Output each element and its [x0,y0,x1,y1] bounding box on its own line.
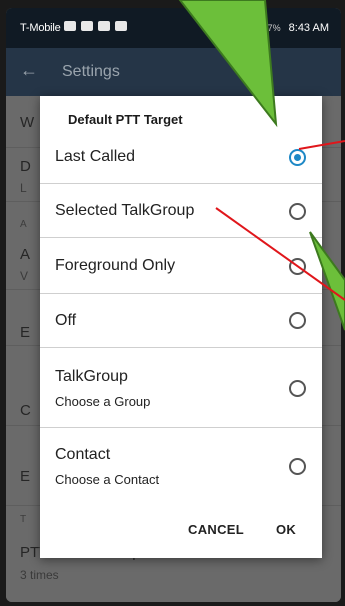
app-bar: ← Settings [6,48,341,96]
ok-button[interactable]: OK [276,522,296,537]
option-talkgroup[interactable]: TalkGroup Choose a Group [40,348,322,428]
radio-button[interactable] [289,312,306,329]
battery-percent: 67% [262,23,281,33]
radio-button[interactable] [289,380,306,397]
settings-row-title: A [20,246,31,263]
robot-icon [98,21,110,31]
radio-button[interactable] [289,203,306,220]
option-contact[interactable]: Contact Choose a Contact [40,428,322,502]
option-label: Off [55,312,77,329]
phone-screen: T-Mobile 67% 8:43 AM ← Settings W D L A … [6,8,341,602]
option-label: TalkGroup [55,368,128,385]
dialog-actions: CANCEL OK [40,514,322,550]
option-label: Contact [55,446,111,463]
settings-row-title: E [20,468,31,485]
option-off[interactable]: Off [40,294,322,348]
settings-row-subtitle: L [20,181,27,195]
settings-row-subtitle: 3 times [20,568,59,582]
settings-row-subtitle: V [20,269,29,283]
page-title: Settings [62,63,120,80]
settings-row-title: D [20,158,31,175]
option-sublabel: Choose a Group [55,394,151,409]
option-label: Selected TalkGroup [55,202,195,219]
settings-row-title: W [20,114,35,131]
status-bar: T-Mobile 67% 8:43 AM [6,8,341,48]
settings-row-title: C [20,402,31,419]
option-foreground-only[interactable]: Foreground Only [40,238,322,294]
option-selected-talkgroup[interactable]: Selected TalkGroup [40,184,322,238]
radio-button-selected[interactable] [289,149,306,166]
default-ptt-target-dialog: Default PTT Target Last Called Selected … [40,96,322,558]
section-header: T [20,514,27,525]
carrier-label: T-Mobile [20,22,61,34]
message-icon [64,21,76,31]
clock: 8:43 AM [288,22,329,34]
settings-row-title: E [20,324,31,341]
notification-icons [64,21,127,31]
option-sublabel: Choose a Contact [55,472,160,487]
option-label: Last Called [55,148,136,165]
robot-icon [81,21,93,31]
radio-button[interactable] [289,258,306,275]
dialog-title: Default PTT Target [68,112,183,127]
option-label: Foreground Only [55,257,176,274]
section-header: A [20,219,27,230]
option-last-called[interactable]: Last Called [40,130,322,184]
news-icon [115,21,127,31]
radio-button[interactable] [289,458,306,475]
cancel-button[interactable]: CANCEL [188,522,244,537]
back-arrow-icon[interactable]: ← [20,60,38,81]
